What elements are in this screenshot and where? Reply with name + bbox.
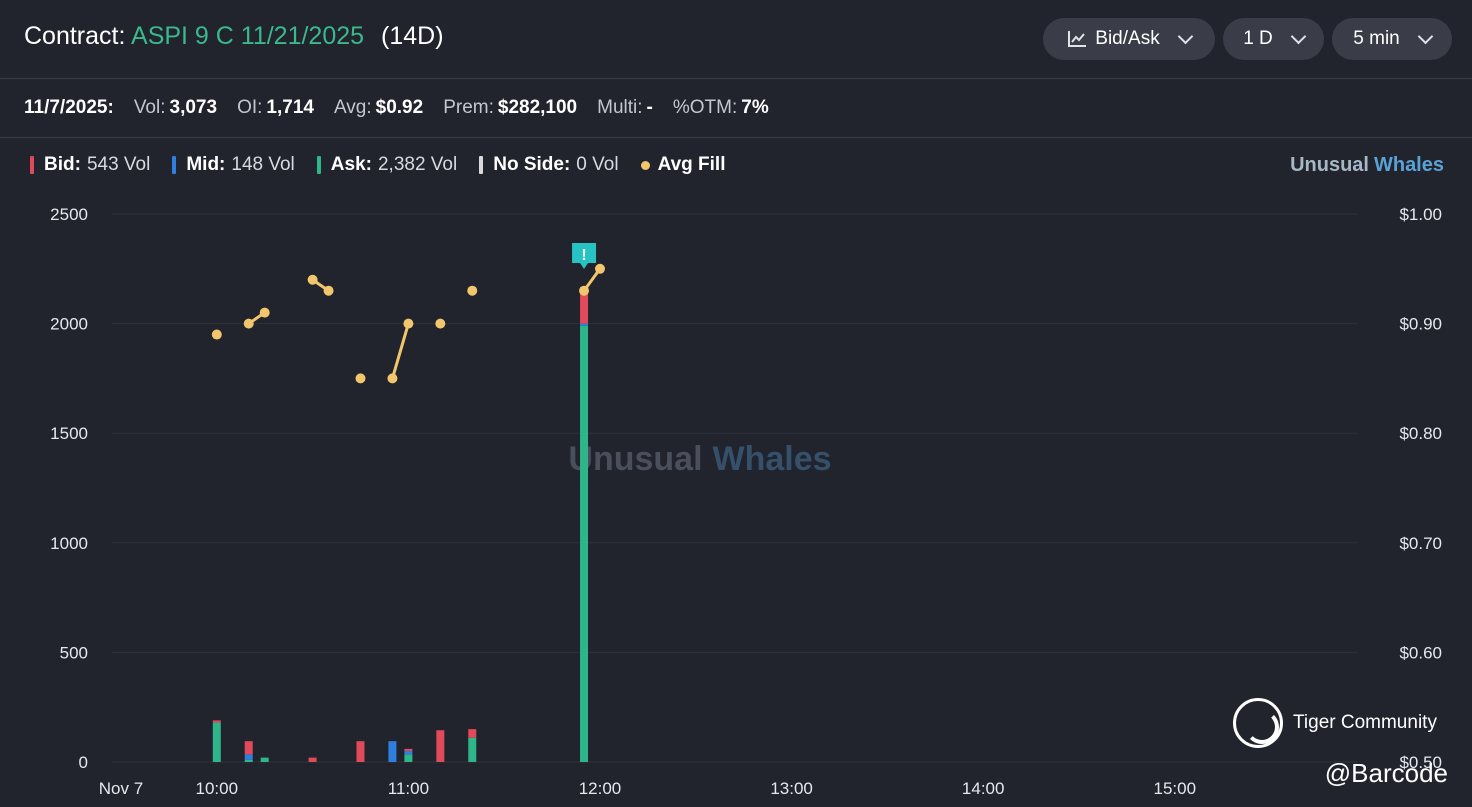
bar-segment-mid bbox=[388, 741, 397, 762]
chart-watermark-part-1: Unusual bbox=[568, 440, 702, 478]
bar-segment-mid bbox=[244, 754, 253, 760]
y-right-tick-label: $0.90 bbox=[1399, 315, 1442, 334]
avg-fill-point bbox=[579, 285, 590, 296]
avg-fill-line bbox=[390, 323, 410, 379]
bar-segment-ask bbox=[260, 757, 269, 762]
bar-segment-ask bbox=[212, 722, 221, 762]
bar-segment-bid bbox=[404, 748, 413, 752]
y-right-tick-label: $0.80 bbox=[1399, 424, 1442, 443]
alert-marker-glyph: ! bbox=[581, 247, 586, 264]
avg-fill-point bbox=[323, 285, 334, 296]
y-right-tick-label: $0.60 bbox=[1399, 643, 1442, 662]
avg-fill-point bbox=[211, 329, 222, 340]
avg-fill-point bbox=[307, 274, 318, 285]
tiger-logo-icon bbox=[1233, 698, 1283, 748]
bar-segment-bid bbox=[580, 291, 589, 324]
avg-fill-point bbox=[403, 318, 414, 329]
avg-fill-point bbox=[595, 263, 605, 274]
chart-watermark-part-2: Whales bbox=[713, 440, 832, 478]
x-tick-label: 14:00 bbox=[962, 779, 1005, 798]
avg-fill-point bbox=[467, 285, 478, 296]
avg-fill-point bbox=[435, 318, 446, 329]
author-watermark: @Barcode bbox=[1324, 758, 1448, 788]
avg-fill-point bbox=[243, 318, 254, 329]
y-right-tick-label: $0.70 bbox=[1399, 534, 1442, 553]
bar-segment-bid bbox=[244, 741, 253, 755]
bar-segment-mid bbox=[580, 323, 589, 326]
bar-segment-bid bbox=[356, 741, 365, 762]
tiger-community-text: Tiger Community bbox=[1293, 712, 1437, 733]
bar-segment-bid bbox=[436, 730, 445, 762]
bar-segment-ask bbox=[580, 325, 589, 762]
bar-segment-bid bbox=[308, 757, 317, 762]
y-left-tick-label: 2000 bbox=[50, 315, 88, 334]
x-tick-label: 13:00 bbox=[770, 779, 813, 798]
x-tick-label: 12:00 bbox=[579, 779, 622, 798]
bar-segment-ask bbox=[244, 759, 253, 762]
y-left-tick-label: 1000 bbox=[50, 534, 88, 553]
avg-fill-point bbox=[355, 373, 366, 384]
bar-segment-ask bbox=[468, 737, 477, 762]
y-left-tick-label: 1500 bbox=[50, 424, 88, 443]
bar-segment-ask bbox=[404, 754, 413, 762]
x-tick-label: Nov 7 bbox=[99, 779, 143, 798]
avg-fill-point bbox=[259, 307, 270, 318]
volume-chart: Unusual Whales 05001000150020002500$0.50$… bbox=[50, 205, 1442, 798]
tiger-community-badge: Tiger Community bbox=[1233, 698, 1437, 748]
y-left-tick-label: 2500 bbox=[50, 205, 88, 224]
bar-segment-bid bbox=[468, 729, 477, 738]
y-left-tick-label: 0 bbox=[79, 753, 88, 772]
x-tick-label: 10:00 bbox=[196, 779, 239, 798]
bar-segment-mid bbox=[404, 751, 413, 755]
bar-segment-bid bbox=[212, 720, 221, 723]
x-tick-label: 11:00 bbox=[388, 779, 429, 798]
avg-fill-point bbox=[387, 373, 398, 384]
y-left-tick-label: 500 bbox=[60, 643, 88, 662]
x-tick-label: 15:00 bbox=[1154, 779, 1197, 798]
y-right-tick-label: $1.00 bbox=[1399, 205, 1442, 224]
chart-background-watermark: Unusual Whales bbox=[568, 440, 831, 478]
